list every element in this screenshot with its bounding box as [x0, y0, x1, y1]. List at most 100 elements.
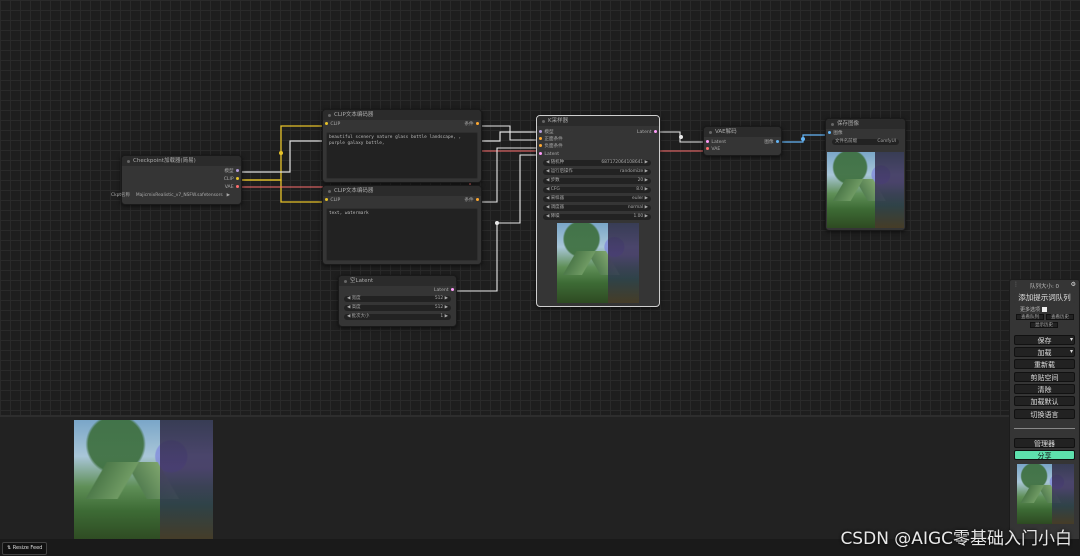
feed-image[interactable]	[74, 420, 213, 541]
pin-icon[interactable]	[706, 147, 710, 151]
pin-icon[interactable]	[235, 177, 239, 181]
output-conditioning[interactable]: 条件	[464, 198, 481, 204]
refresh-button[interactable]: 重新载	[1014, 359, 1075, 369]
node-dot-icon	[328, 189, 331, 193]
pin-icon[interactable]	[706, 140, 710, 144]
node-dot-icon	[344, 279, 347, 283]
resize-feed-button[interactable]: ⇅ Resize Feed	[2, 542, 48, 555]
comfy-menu[interactable]: 队列大小: 0 ⚙ ⋮ 添加提示词队列 更多选项 查看队列 查看历史 显示历史 …	[1009, 279, 1080, 542]
node-title: 保存图像	[837, 121, 860, 127]
share-button[interactable]: 分享	[1014, 450, 1075, 460]
height-widget[interactable]: ◀ 高度 512 ▶	[344, 305, 451, 311]
resize-icon: ⇅	[7, 545, 12, 551]
clip-text-encode-positive-node[interactable]: CLIP文本编码器 CLIP 条件 beautiful scenery natu…	[322, 109, 482, 183]
pin-icon[interactable]	[475, 198, 479, 202]
gear-icon[interactable]: ⚙	[1071, 281, 1076, 288]
prompt-textarea[interactable]: beautiful scenery nature glass bottle la…	[326, 132, 478, 179]
save-image-node[interactable]: 保存图像 图像 文件名前缀 ComfyUI	[825, 118, 906, 231]
watermark: CSDN @AIGC零基础入门小白	[840, 529, 1072, 549]
wire-cond-pos	[480, 125, 537, 141]
node-title: Checkpoint加载器(简易)	[133, 158, 196, 164]
clipspace-button[interactable]: 剪贴空间	[1014, 372, 1075, 382]
load-default-button[interactable]: 加载默认	[1014, 396, 1075, 406]
switch-language-button[interactable]: 切换语言	[1014, 409, 1075, 419]
input-latent[interactable]: Latent	[704, 140, 726, 146]
output-clip[interactable]: CLIP	[224, 177, 241, 183]
pin-icon[interactable]	[325, 122, 329, 126]
view-queue-button[interactable]: 查看队列	[1016, 314, 1044, 320]
ckpt-name-widget[interactable]: Ckpt名称 MajicmixRealistic_v7_NSFW.safeten…	[108, 193, 233, 199]
extra-options-toggle[interactable]: 更多选项	[1020, 306, 1047, 313]
saved-image	[827, 152, 904, 228]
scheduler-widget[interactable]: ◀ 调度器 normal ▶	[543, 205, 651, 211]
divider	[1014, 428, 1075, 429]
show-history-button[interactable]: 显示历史	[1030, 322, 1058, 328]
manager-button[interactable]: 管理器	[1014, 438, 1075, 448]
view-history-button[interactable]: 查看历史	[1046, 314, 1074, 320]
pin-icon[interactable]	[450, 288, 454, 292]
pin-icon[interactable]	[539, 137, 543, 141]
wire-latent-out	[655, 131, 703, 143]
drag-handle-icon[interactable]: ⋮	[1013, 281, 1019, 288]
vae-decode-node[interactable]: VAE解码 Latent VAE 图像	[703, 126, 782, 156]
node-title: CLIP文本编码器	[334, 188, 374, 194]
node-title: K采样器	[548, 118, 569, 124]
seed-widget[interactable]: ◀ 随机种 687172064108641 ▶	[543, 160, 651, 166]
output-latent[interactable]: Latent	[434, 288, 456, 294]
pin-icon[interactable]	[828, 131, 832, 135]
output-vae[interactable]: VAE	[225, 185, 241, 191]
queue-prompt-button[interactable]: 添加提示词队列	[1014, 293, 1075, 303]
input-latent[interactable]: Latent	[537, 152, 559, 158]
input-negative[interactable]: 负面条件	[537, 144, 563, 150]
input-positive[interactable]: 正面条件	[537, 137, 563, 143]
cfg-widget[interactable]: ◀ CFG 8.0 ▶	[543, 187, 651, 193]
input-vae[interactable]: VAE	[704, 147, 720, 153]
ksampler-node[interactable]: K采样器 模型 正面条件 负面条件 Latent Latent ◀ 随机种 687…	[536, 115, 660, 307]
pin-icon[interactable]	[653, 130, 657, 134]
input-clip[interactable]: CLIP	[323, 122, 340, 128]
chevron-down-icon[interactable]: ▾	[1070, 336, 1073, 343]
filename-prefix-widget[interactable]: 文件名前缀 ComfyUI	[832, 139, 899, 145]
control-after-generate-widget[interactable]: ◀ 运行后操作 randomize ▶	[543, 169, 651, 175]
node-dot-icon	[127, 159, 130, 163]
wire-clip-neg	[240, 179, 322, 203]
wire-clip-pos	[240, 125, 322, 181]
prompt-textarea[interactable]: text, watermark	[326, 208, 478, 261]
wire-cond-neg	[480, 147, 537, 203]
pin-icon[interactable]	[235, 185, 239, 189]
pin-icon[interactable]	[539, 152, 543, 156]
save-button[interactable]: 保存	[1014, 335, 1075, 345]
steps-widget[interactable]: ◀ 步数 20 ▶	[543, 178, 651, 184]
pin-icon[interactable]	[775, 140, 779, 144]
clear-button[interactable]: 清除	[1014, 384, 1075, 394]
output-conditioning[interactable]: 条件	[464, 122, 481, 128]
arrow-right-icon[interactable]: ▶	[227, 193, 230, 199]
input-clip[interactable]: CLIP	[323, 198, 340, 204]
width-widget[interactable]: ◀ 宽度 512 ▶	[344, 296, 451, 302]
pin-icon[interactable]	[539, 144, 543, 148]
sampler-widget[interactable]: ◀ 采样器 euler ▶	[543, 196, 651, 202]
node-dot-icon	[831, 122, 834, 126]
chevron-down-icon[interactable]: ▾	[1070, 348, 1073, 355]
input-model[interactable]: 模型	[537, 130, 554, 136]
load-button[interactable]: 加载	[1014, 347, 1075, 357]
pin-icon[interactable]	[475, 122, 479, 126]
output-image[interactable]: 图像	[764, 140, 781, 146]
checkbox-icon[interactable]	[1041, 307, 1047, 312]
batch-size-widget[interactable]: ◀ 批次大小 1 ▶	[344, 314, 451, 320]
clip-text-encode-negative-node[interactable]: CLIP文本编码器 CLIP 条件 text, watermark	[322, 185, 482, 265]
pin-icon[interactable]	[539, 130, 543, 134]
wire-image	[780, 134, 826, 143]
image-feed-panel	[0, 415, 1080, 541]
output-latent[interactable]: Latent	[637, 130, 659, 136]
empty-latent-node[interactable]: 空Latent Latent ◀ 宽度 512 ▶ ◀ 高度 512 ▶ ◀ 批次大…	[338, 275, 457, 327]
queue-size-label: 队列大小: 0	[1029, 284, 1060, 290]
pin-icon[interactable]	[325, 198, 329, 202]
pin-icon[interactable]	[235, 169, 239, 173]
node-graph-canvas[interactable]: Checkpoint加载器(简易) 模型 CLIP VAE Ckpt名称 Maj…	[0, 0, 1080, 415]
denoise-widget[interactable]: ◀ 降噪 1.00 ▶	[543, 214, 651, 220]
input-image[interactable]: 图像	[826, 131, 843, 137]
checkpoint-loader-node[interactable]: Checkpoint加载器(简易) 模型 CLIP VAE Ckpt名称 Maj…	[111, 155, 242, 205]
node-title: 空Latent	[350, 278, 374, 284]
output-model[interactable]: 模型	[224, 169, 241, 175]
